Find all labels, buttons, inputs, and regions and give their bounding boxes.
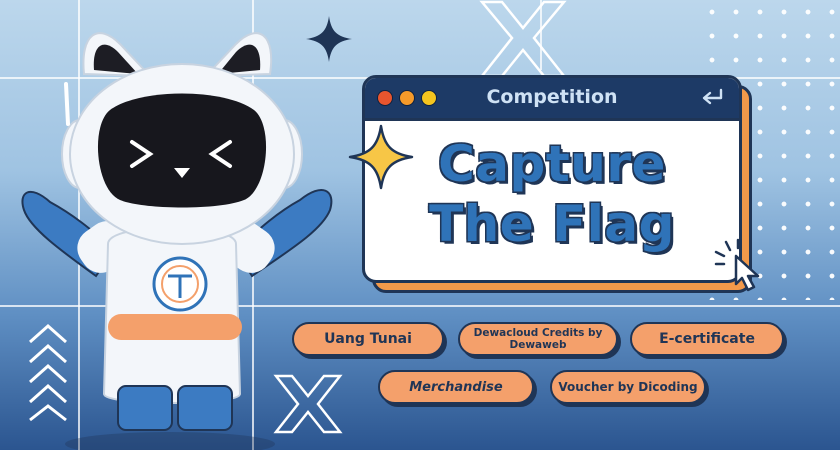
- headline-line-2: The Flag: [429, 195, 675, 253]
- window-title: Competition: [486, 86, 618, 108]
- headline-line-1: Capture: [438, 135, 666, 193]
- prize-pill-merchandise: Merchandise: [378, 370, 534, 404]
- x-shape-icon: [479, 0, 567, 78]
- mascot-illustration: [21, 32, 333, 450]
- competition-window: Competition Capture The Flag: [362, 75, 752, 293]
- window-panel: Competition Capture The Flag: [362, 75, 742, 283]
- window-titlebar: Competition: [365, 78, 739, 121]
- prize-pill-voucher: Voucher by Dicoding: [550, 370, 706, 404]
- prize-pill-uang-tunai: Uang Tunai: [292, 322, 444, 356]
- sparkle-icon: [348, 124, 414, 190]
- banner: Competition Capture The Flag Uang Tunai …: [0, 0, 840, 450]
- cursor-click-icon: [714, 238, 760, 292]
- prize-pill-dewacloud: Dewacloud Credits by Dewaweb: [458, 322, 618, 356]
- back-arrow-icon: [702, 88, 723, 105]
- prize-pill-e-certificate: E-certificate: [630, 322, 784, 356]
